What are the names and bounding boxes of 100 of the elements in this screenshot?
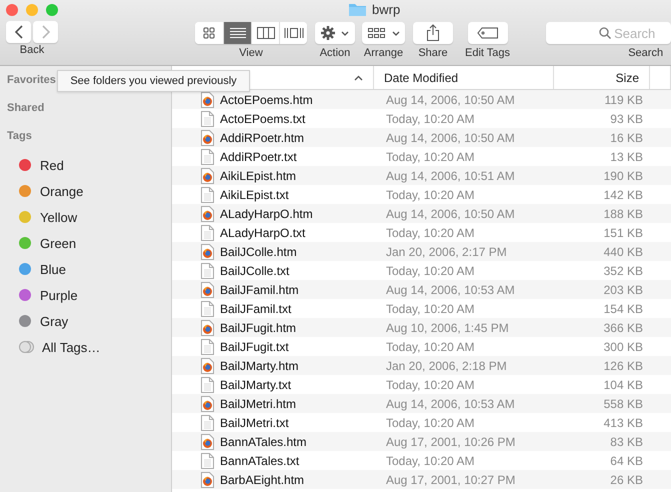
caret-icon xyxy=(341,30,349,36)
share-label: Share xyxy=(418,47,448,59)
back-label: Back xyxy=(20,44,44,56)
file-name[interactable]: BannATales.htm xyxy=(220,434,306,448)
file-name[interactable]: AddiRPoetr.htm xyxy=(220,130,304,144)
date-cell-text: Today, 10:20 AM xyxy=(385,416,476,430)
tag-icon xyxy=(476,27,499,39)
date-cell-text: Aug 17, 2001, 10:27 PM xyxy=(385,472,516,486)
grid-icon xyxy=(203,27,215,39)
size-cell-text: 352 KB xyxy=(602,264,644,278)
arrange-button[interactable] xyxy=(362,22,405,44)
file-name[interactable]: BailJColle.htm xyxy=(220,244,297,258)
file-name[interactable]: ALadyHarpO.htm xyxy=(220,206,313,220)
close-icon[interactable] xyxy=(6,4,18,16)
size-cell-text: 142 KB xyxy=(602,188,644,202)
size-cell-text: 104 KB xyxy=(602,378,644,392)
date-cell-text: Today, 10:20 AM xyxy=(385,264,476,278)
size-cell-text: 440 KB xyxy=(602,244,644,258)
date-cell-text: Aug 10, 2006, 1:45 PM xyxy=(385,320,510,334)
sidebar-item[interactable]: Gray xyxy=(7,308,171,334)
file-name[interactable]: BailJMetri.htm xyxy=(220,396,296,410)
tags-button[interactable] xyxy=(468,22,508,44)
cover-flow-icon xyxy=(284,27,304,39)
size-cell-text: 93 KB xyxy=(609,112,644,126)
columns-view-button[interactable] xyxy=(251,22,279,44)
file-name[interactable]: ActoEPoems.htm xyxy=(220,92,313,106)
window-title: bwrp xyxy=(372,2,400,17)
folder-icon xyxy=(348,2,367,17)
file-name[interactable]: AikiLEpist.txt xyxy=(220,188,289,202)
size-cell-text: 119 KB xyxy=(604,92,644,106)
date-cell-text: Today, 10:20 AM xyxy=(385,302,476,316)
sidebar-item[interactable]: Green xyxy=(7,230,171,256)
size-cell-text: 151 KB xyxy=(602,226,644,240)
file-name[interactable]: ActoEPoems.txt xyxy=(220,112,306,126)
view-label: View xyxy=(239,47,263,59)
icons-view-button[interactable] xyxy=(195,22,223,44)
share-icon xyxy=(426,24,440,42)
size-cell-text: 26 KB xyxy=(609,472,644,486)
size-cell-text: 16 KB xyxy=(609,130,644,144)
file-name[interactable]: BarbAEight.htm xyxy=(220,472,304,486)
tags-label: Edit Tags xyxy=(465,47,510,59)
list-view-button[interactable] xyxy=(223,22,251,44)
column-header[interactable]: Date Modified xyxy=(374,66,554,89)
size-cell-text: 126 KB xyxy=(602,358,644,372)
size-cell-text: 64 KB xyxy=(609,454,644,468)
file-name[interactable]: ALadyHarpO.txt xyxy=(220,226,306,240)
date-cell-text: Aug 17, 2001, 10:26 PM xyxy=(385,434,516,448)
sidebar-item[interactable]: Purple xyxy=(7,282,171,308)
gear-icon xyxy=(321,26,335,40)
action-button[interactable] xyxy=(315,22,355,44)
tooltip: See folders you viewed previously xyxy=(57,70,250,92)
sidebar-item[interactable]: All Tags… xyxy=(7,334,171,360)
date-cell-text: Today, 10:20 AM xyxy=(385,226,476,240)
grid-icon xyxy=(368,28,386,38)
file-name[interactable]: BailJMetri.txt xyxy=(220,416,289,430)
date-cell-text: Jan 20, 2006, 2:18 PM xyxy=(385,358,508,372)
date-cell-text: Aug 14, 2006, 10:50 AM xyxy=(385,130,516,144)
search-field[interactable]: Search xyxy=(546,22,671,44)
size-cell-text: 83 KB xyxy=(609,434,644,448)
date-cell-text: Today, 10:20 AM xyxy=(385,378,476,392)
caret-icon xyxy=(392,30,400,36)
list-icon xyxy=(230,27,246,39)
size-cell-text: 300 KB xyxy=(602,340,644,354)
sidebar-item[interactable]: Red xyxy=(7,152,171,178)
date-cell-text: Today, 10:20 AM xyxy=(385,454,476,468)
arrange-label: Arrange xyxy=(364,47,404,59)
date-cell-text: Today, 10:20 AM xyxy=(385,150,476,164)
search-icon xyxy=(599,27,612,39)
column-header[interactable]: Size xyxy=(554,66,650,89)
file-name[interactable]: AddiRPoetr.txt xyxy=(220,150,297,164)
forward-icon xyxy=(40,24,50,38)
sidebar-heading: Tags xyxy=(7,129,32,144)
file-name[interactable]: AikiLEpist.htm xyxy=(220,168,296,182)
date-cell-text: Today, 10:20 AM xyxy=(385,112,476,126)
back-button[interactable] xyxy=(6,20,31,42)
date-cell-text: Aug 14, 2006, 10:50 AM xyxy=(385,206,516,220)
size-cell-text: 188 KB xyxy=(602,206,644,220)
file-name[interactable]: BailJFamil.htm xyxy=(220,282,299,296)
file-name[interactable]: BailJMarty.txt xyxy=(220,378,292,392)
back-icon xyxy=(14,24,24,38)
file-name[interactable]: BailJFugit.txt xyxy=(220,340,289,354)
size-cell-text: 154 KB xyxy=(602,302,644,316)
date-cell-text: Aug 14, 2006, 10:53 AM xyxy=(385,282,516,296)
file-name[interactable]: BailJColle.txt xyxy=(220,264,290,278)
file-name[interactable]: BailJFugit.htm xyxy=(220,320,296,334)
date-cell-text: Aug 14, 2006, 10:53 AM xyxy=(385,396,516,410)
coverflow-view-button[interactable] xyxy=(279,22,307,44)
size-cell-text: 558 KB xyxy=(602,396,644,410)
action-label: Action xyxy=(320,47,350,59)
sidebar-item[interactable]: Orange xyxy=(7,178,171,204)
sidebar-item[interactable]: Yellow xyxy=(7,204,171,230)
tags-icon xyxy=(19,341,33,353)
file-name[interactable]: BailJMarty.htm xyxy=(220,358,298,372)
size-cell-text: 203 KB xyxy=(602,282,644,296)
sidebar-item[interactable]: Blue xyxy=(7,256,171,282)
sidebar-heading: Shared xyxy=(7,101,44,116)
file-name[interactable]: BailJFamil.txt xyxy=(220,302,292,316)
size-cell-text: 190 KB xyxy=(602,168,644,182)
file-name[interactable]: BannATales.txt xyxy=(220,454,300,468)
share-button[interactable] xyxy=(413,22,453,44)
